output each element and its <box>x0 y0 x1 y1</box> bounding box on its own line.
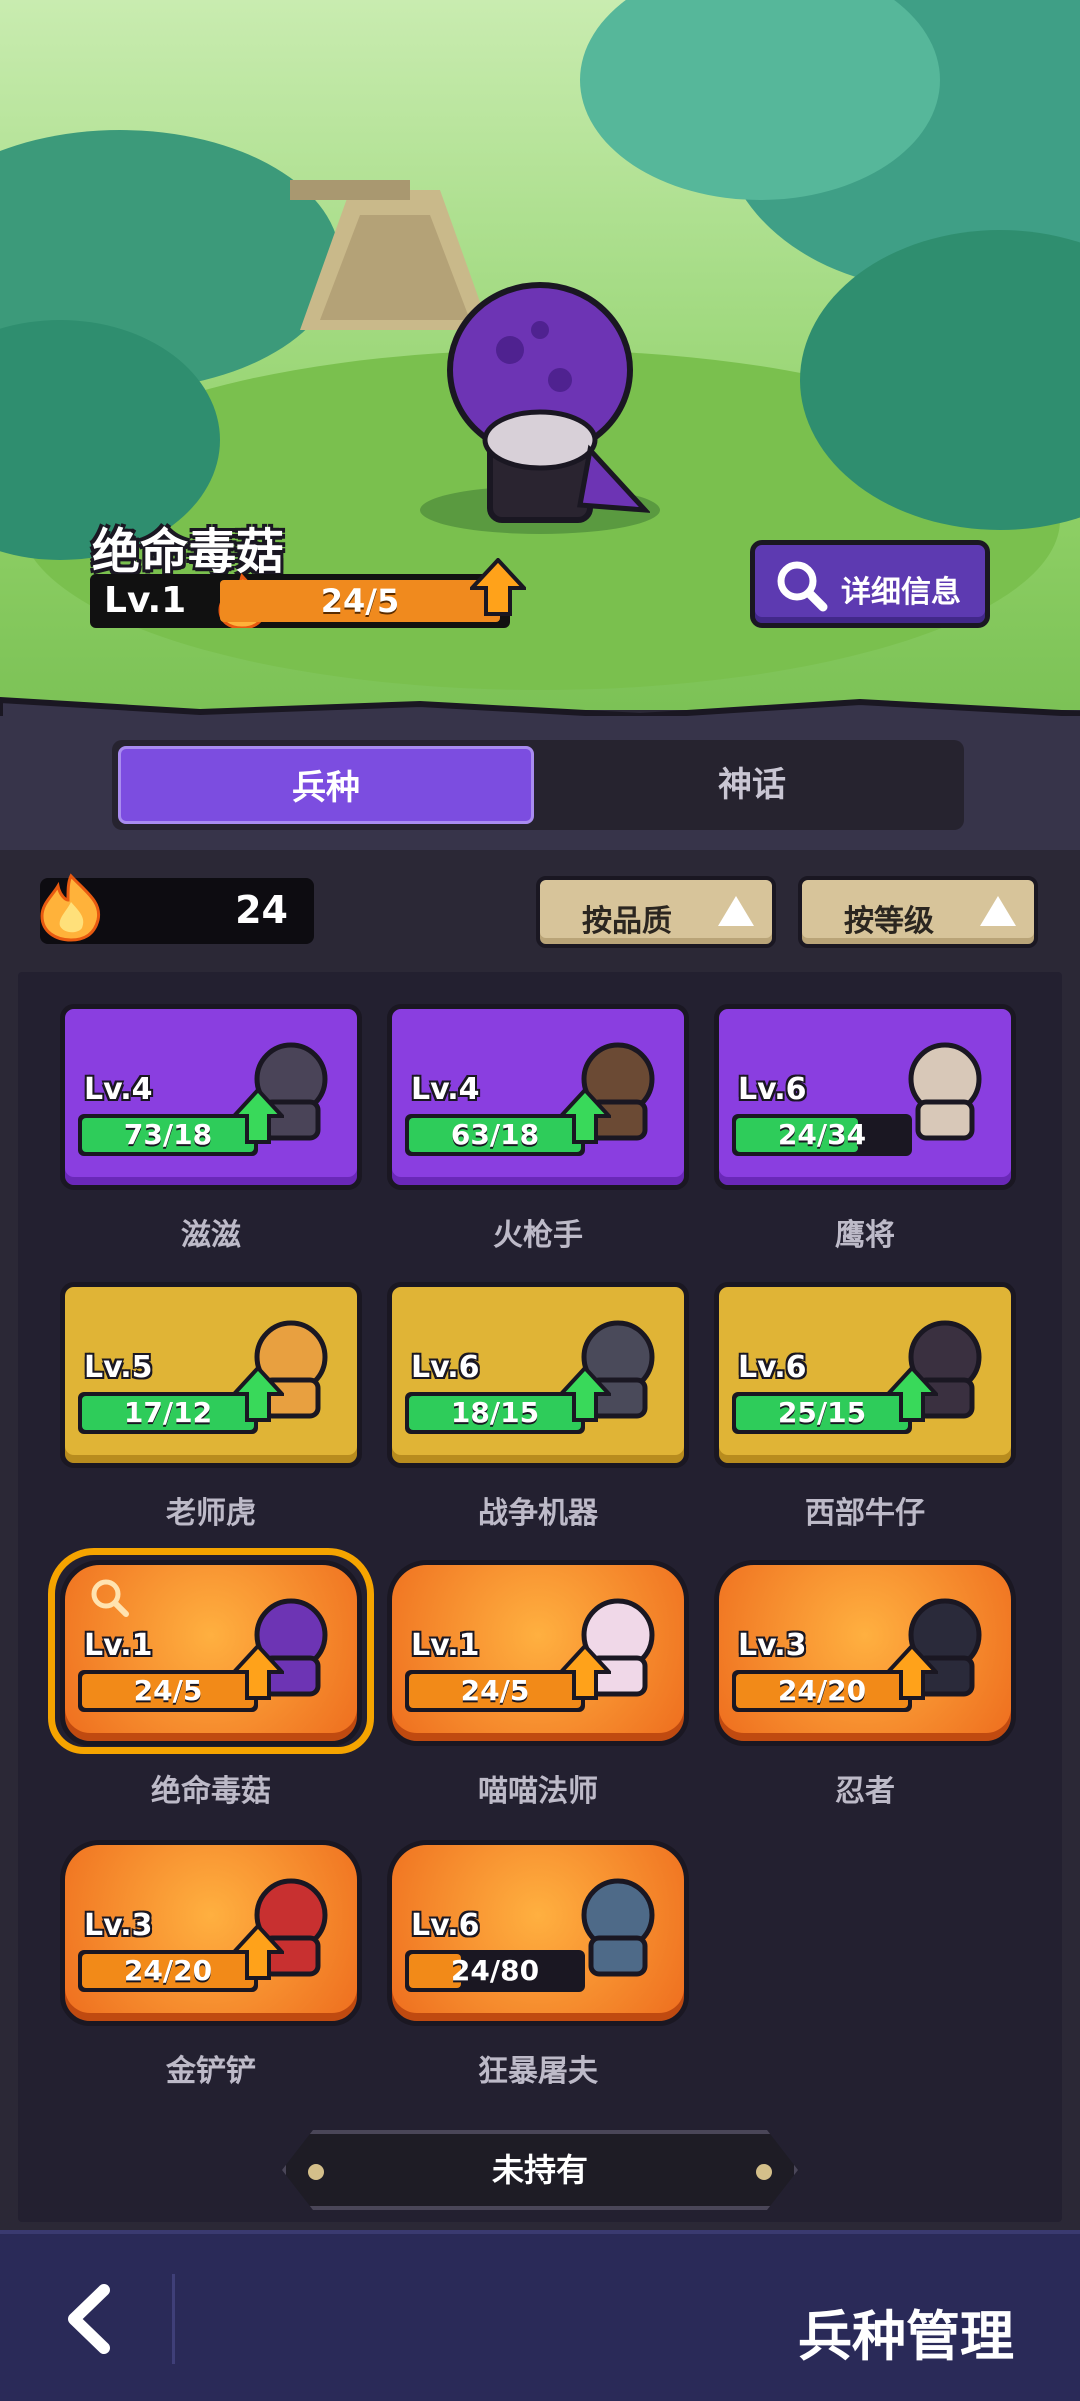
unit-name: 金铲铲 <box>166 2054 256 2089</box>
tab-myth[interactable]: 神话 <box>544 746 960 824</box>
unit-level: Lv.6 <box>738 1350 807 1385</box>
unit-name: 喵喵法师 <box>478 1774 598 1809</box>
sort-by-level-label: 按等级 <box>844 904 934 939</box>
unit-name: 鹰将 <box>835 1218 895 1253</box>
level-up-arrow-icon <box>886 1366 938 1422</box>
hero-level-bar: Lv.1 24/5 <box>90 573 510 628</box>
unit-card[interactable]: Lv.3 24/20 <box>60 1840 362 2026</box>
unit-progress-bar: 73/18 <box>78 1114 258 1156</box>
fire-icon <box>40 873 101 942</box>
bottom-divider <box>172 2274 175 2364</box>
unit-level: Lv.3 <box>84 1908 153 1943</box>
tab-bar-area: 兵种 神话 <box>0 716 1080 850</box>
unit-level: Lv.5 <box>84 1350 153 1385</box>
unit-level: Lv.1 <box>411 1628 480 1663</box>
unit-level: Lv.3 <box>738 1628 807 1663</box>
unit-card[interactable]: Lv.6 24/34 <box>714 1004 1016 1190</box>
unit-progress-text: 63/18 <box>450 1118 540 1151</box>
unit-progress-bar: 17/12 <box>78 1392 258 1434</box>
unit-progress-bar: 25/15 <box>732 1392 912 1434</box>
unit-name: 狂暴屠夫 <box>478 2054 598 2089</box>
unit-level: Lv.6 <box>738 1072 807 1107</box>
unit-progress-text: 25/15 <box>777 1396 867 1429</box>
level-up-arrow-icon <box>559 1644 611 1700</box>
sort-by-quality-button[interactable]: 按品质 <box>536 876 776 948</box>
unit-name: 战争机器 <box>478 1496 598 1531</box>
unit-card[interactable]: Lv.6 25/15 <box>714 1282 1016 1468</box>
unit-progress-text: 73/18 <box>123 1118 213 1151</box>
unit-progress-text: 24/34 <box>777 1118 867 1151</box>
unit-level: Lv.6 <box>411 1908 480 1943</box>
unit-progress-bar: 63/18 <box>405 1114 585 1156</box>
unit-progress-text: 18/15 <box>450 1396 540 1429</box>
unit-card[interactable]: Lv.6 24/80 <box>387 1840 689 2026</box>
triangle-up-icon <box>980 896 1016 926</box>
hero-level: Lv.1 <box>104 580 187 621</box>
not-owned-label: 未持有 <box>491 2151 588 2189</box>
chevron-left-icon[interactable] <box>60 2284 120 2354</box>
unit-level: Lv.4 <box>411 1072 480 1107</box>
unit-progress-text: 24/20 <box>777 1674 867 1707</box>
fire-resource-counter: 24 <box>40 873 314 944</box>
unit-progress-text: 17/12 <box>123 1396 213 1429</box>
unit-name: 滋滋 <box>181 1218 241 1253</box>
divider-dot <box>756 2164 772 2180</box>
level-up-arrow-icon <box>232 1088 284 1144</box>
unit-progress-text: 24/5 <box>460 1674 530 1707</box>
level-up-arrow-icon <box>886 1644 938 1700</box>
detail-info-button[interactable]: 详细信息 <box>750 540 990 628</box>
unit-progress-bar: 18/15 <box>405 1392 585 1434</box>
hero-progress-text: 24/5 <box>320 582 400 620</box>
unit-management-screen: 绝命毒菇 Lv.1 24/5 详细信息 兵种 神话 24 按品质 按等级 Lv.… <box>0 0 1080 2401</box>
triangle-up-icon <box>718 896 754 926</box>
unit-card[interactable]: Lv.4 63/18 <box>387 1004 689 1190</box>
unit-name: 西部牛仔 <box>805 1496 925 1531</box>
level-up-arrow-icon <box>232 1366 284 1422</box>
unit-card[interactable]: Lv.5 17/12 <box>60 1282 362 1468</box>
bottom-bar: 兵种管理 <box>0 2230 1080 2401</box>
level-up-arrow-icon[interactable] <box>470 558 526 618</box>
unit-name: 老师虎 <box>166 1496 256 1531</box>
search-icon <box>777 561 828 612</box>
unit-progress-bar: 24/5 <box>405 1670 585 1712</box>
unit-progress-bar: 24/20 <box>78 1950 258 1992</box>
unit-progress-bar: 24/34 <box>732 1114 912 1156</box>
poison-mushroom-character <box>447 282 650 523</box>
unit-card[interactable]: Lv.6 18/15 <box>387 1282 689 1468</box>
unit-name: 绝命毒菇 <box>151 1774 271 1809</box>
page-title: 兵种管理 <box>798 2305 1014 2368</box>
unit-name: 火枪手 <box>493 1218 583 1253</box>
fire-resource-value: 24 <box>235 888 288 932</box>
selected-unit-highlight <box>48 1548 374 1754</box>
level-up-arrow-icon <box>559 1088 611 1144</box>
level-up-arrow-icon <box>232 1924 284 1980</box>
unit-level: Lv.4 <box>84 1072 153 1107</box>
unit-progress-text: 24/80 <box>450 1954 540 1987</box>
unit-card[interactable]: Lv.4 73/18 <box>60 1004 362 1190</box>
unit-name: 忍者 <box>835 1774 895 1809</box>
unit-progress-bar: 24/20 <box>732 1670 912 1712</box>
unit-progress-bar: 24/80 <box>405 1950 585 1992</box>
unit-card[interactable]: Lv.3 24/20 <box>714 1560 1016 1746</box>
not-owned-divider: 未持有 <box>282 2130 798 2210</box>
sort-by-quality-label: 按品质 <box>582 904 672 939</box>
sort-by-level-button[interactable]: 按等级 <box>798 876 1038 948</box>
unit-progress-text: 24/20 <box>123 1954 213 1987</box>
detail-info-label: 详细信息 <box>841 575 961 610</box>
unit-card[interactable]: Lv.1 24/5 <box>387 1560 689 1746</box>
tab-bar: 兵种 神话 <box>112 740 964 830</box>
level-up-arrow-icon <box>559 1366 611 1422</box>
hero-banner: 绝命毒菇 Lv.1 24/5 详细信息 <box>0 0 1080 710</box>
tab-units[interactable]: 兵种 <box>118 746 534 824</box>
unit-level: Lv.6 <box>411 1350 480 1385</box>
